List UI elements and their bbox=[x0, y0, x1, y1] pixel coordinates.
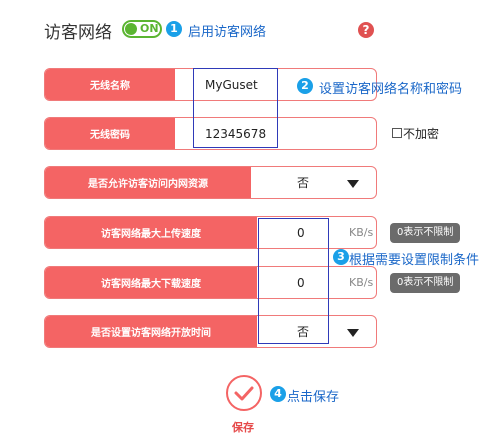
upload-speed-hint: 0表示不限制 bbox=[390, 223, 461, 243]
annotation-frame-limits bbox=[258, 218, 329, 344]
step-4-badge: 4 bbox=[270, 386, 286, 402]
upload-speed-unit: KB/s bbox=[349, 226, 374, 239]
download-speed-unit: KB/s bbox=[349, 276, 374, 289]
no-encrypt-label: 不加密 bbox=[403, 127, 440, 141]
page-title: 访客网络 bbox=[44, 23, 112, 43]
no-encrypt-checkbox[interactable] bbox=[392, 128, 402, 138]
step-4-note: 点击保存 bbox=[287, 390, 340, 405]
allow-intranet-row[interactable]: 是否允许访客访问内网资源 否 bbox=[44, 166, 377, 199]
annotation-frame-credentials bbox=[193, 68, 278, 148]
chevron-down-icon[interactable] bbox=[347, 329, 359, 337]
chevron-down-icon[interactable] bbox=[347, 180, 359, 188]
open-time-label: 是否设置访客网络开放时间 bbox=[45, 316, 257, 347]
step-3-badge: 3 bbox=[333, 249, 349, 265]
download-speed-hint: 0表示不限制 bbox=[390, 273, 461, 293]
toggle-label: ON bbox=[140, 22, 159, 35]
checkmark-icon bbox=[234, 386, 254, 401]
step-1-note: 启用访客网络 bbox=[188, 25, 267, 40]
allow-intranet-label: 是否允许访客访问内网资源 bbox=[45, 167, 251, 198]
toggle-knob bbox=[125, 23, 137, 35]
guest-network-toggle[interactable]: ON bbox=[122, 20, 162, 38]
wireless-password-label: 无线密码 bbox=[45, 118, 175, 149]
save-button[interactable] bbox=[226, 375, 262, 411]
step-2-badge: 2 bbox=[297, 78, 313, 94]
upload-speed-label: 访客网络最大上传速度 bbox=[45, 217, 257, 248]
download-speed-label: 访客网络最大下载速度 bbox=[45, 267, 257, 298]
allow-intranet-select[interactable]: 否 bbox=[297, 167, 309, 198]
help-icon[interactable]: ? bbox=[358, 22, 374, 38]
step-2-note: 设置访客网络名称和密码 bbox=[319, 82, 463, 97]
step-1-badge: 1 bbox=[166, 21, 182, 37]
save-label[interactable]: 保存 bbox=[232, 419, 254, 435]
wireless-name-label: 无线名称 bbox=[45, 69, 175, 100]
